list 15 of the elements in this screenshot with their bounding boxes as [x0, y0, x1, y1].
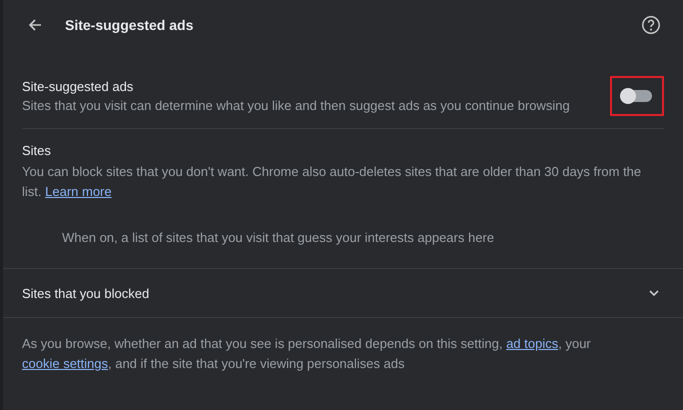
learn-more-link[interactable]: Learn more: [45, 184, 112, 199]
back-arrow-icon[interactable]: [27, 17, 43, 33]
page-title: Site-suggested ads: [65, 17, 194, 33]
section-description: You can block sites that you don't want. Chrome also auto-deletes sites that are older than 30 days from the list. Learn more: [22, 163, 642, 201]
footer-link[interactable]: cookie settings: [22, 356, 108, 371]
footer-link[interactable]: ad topics: [506, 336, 558, 351]
empty-message: When on, a list of sites that you visit that guess your interests appears here: [62, 230, 496, 245]
toggle-switch[interactable]: [622, 90, 652, 102]
setting-label: Site-suggested ads: [22, 79, 134, 94]
setting-description: Sites that you visit can determine what you like and then suggest ads as you continue browsing: [22, 98, 571, 113]
section-heading: Sites: [22, 143, 52, 158]
help-icon[interactable]: [641, 15, 661, 35]
blocked-sites-row[interactable]: Sites that you blocked: [3, 269, 683, 318]
footer-text: As you browse, whether an ad that you see is personalised depends on this setting, ad topics, your cookie settings, and if the site that you're viewing personalises ads: [22, 335, 592, 373]
row-label: Sites that you blocked: [22, 286, 150, 300]
